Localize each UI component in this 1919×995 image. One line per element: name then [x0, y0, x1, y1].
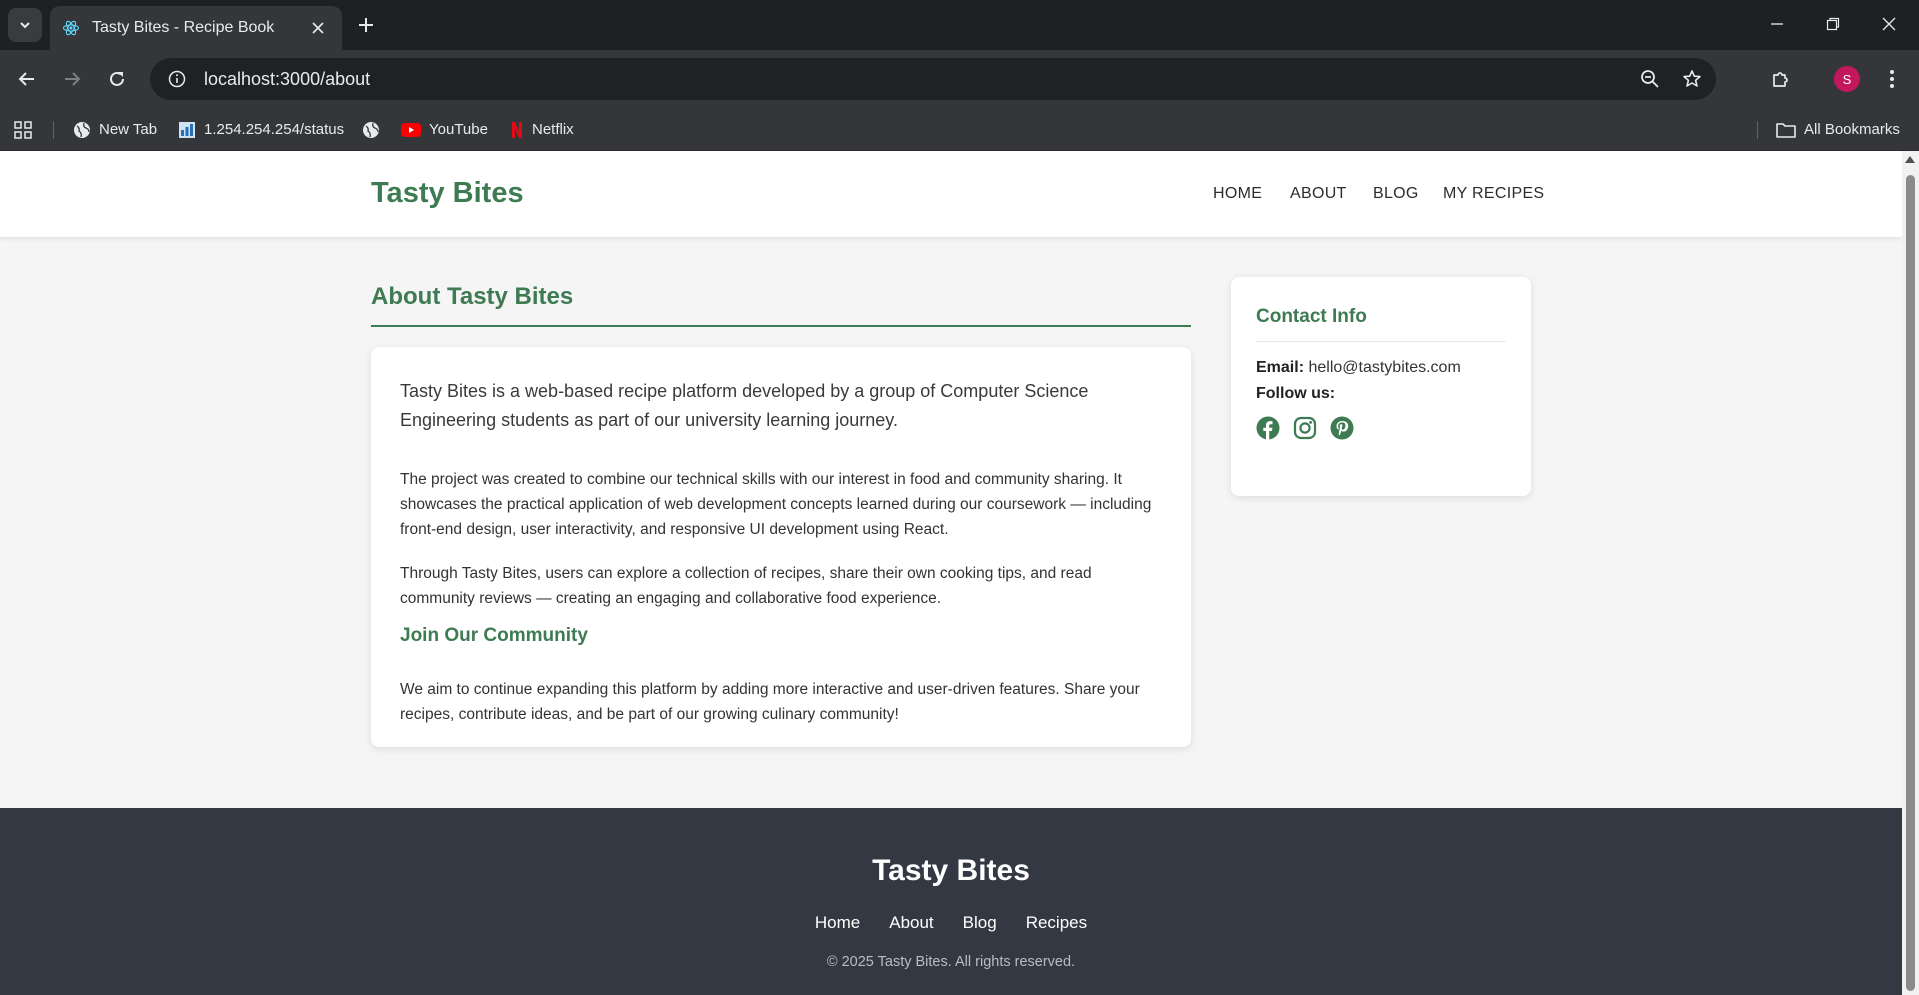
about-paragraph-project: The project was created to combine our t…: [400, 471, 1152, 538]
bookmark-label: New Tab: [99, 121, 158, 138]
instagram-link[interactable]: [1292, 415, 1318, 441]
new-tab-button[interactable]: [352, 11, 380, 39]
bookmark-new-tab[interactable]: New Tab: [73, 108, 157, 151]
reload-button[interactable]: [99, 61, 135, 97]
apps-button[interactable]: [14, 108, 32, 151]
site-info-button[interactable]: [162, 64, 192, 94]
nav-link-home[interactable]: HOME: [1213, 185, 1262, 203]
bookmarks-divider: [1757, 121, 1758, 139]
status-page-icon: [179, 121, 195, 138]
star-icon: [1683, 70, 1701, 87]
contact-divider: [1256, 341, 1506, 342]
bookmark-netflix[interactable]: Netflix: [510, 108, 574, 151]
puzzle-icon: [1773, 72, 1788, 87]
facebook-link[interactable]: [1255, 415, 1281, 441]
forward-button[interactable]: [54, 61, 90, 97]
instagram-icon: [1293, 416, 1317, 440]
footer-link-about[interactable]: About: [889, 913, 933, 933]
back-button[interactable]: [9, 61, 45, 97]
arrow-right-icon: [65, 72, 81, 86]
zoom-out-icon: [1641, 70, 1659, 88]
footer-logo: Tasty Bites: [872, 854, 1030, 887]
avatar: S: [1834, 66, 1860, 92]
tab-title: Tasty Bites - Recipe Book: [92, 19, 275, 36]
nav-link-about[interactable]: ABOUT: [1290, 185, 1347, 203]
browser-tab-active[interactable]: Tasty Bites - Recipe Book: [50, 6, 342, 50]
bookmark-label: YouTube: [429, 121, 488, 138]
close-window-button[interactable]: [1861, 0, 1917, 48]
url-text: localhost:3000/about: [204, 68, 371, 89]
community-heading: Join Our Community: [400, 625, 588, 646]
info-icon: [168, 70, 186, 88]
footer-nav: Home About Blog Recipes: [0, 913, 1902, 933]
facebook-icon: [1256, 416, 1280, 440]
page-title: About Tasty Bites: [371, 283, 574, 310]
site-footer: Tasty Bites Home About Blog Recipes © 20…: [0, 808, 1902, 995]
all-bookmarks-button[interactable]: All Bookmarks: [1776, 108, 1900, 151]
nav-link-blog[interactable]: BLOG: [1373, 185, 1419, 203]
globe-icon: [363, 121, 379, 138]
plus-icon: [359, 18, 373, 32]
react-icon: [62, 20, 80, 36]
apps-grid-icon: [14, 120, 32, 139]
email-label: Email:: [1256, 359, 1305, 376]
about-card: Tasty Bites is a web-based recipe platfo…: [371, 347, 1191, 747]
browser-tab-strip: Tasty Bites - Recipe Book: [0, 0, 1919, 50]
reload-icon: [110, 71, 124, 86]
arrow-left-icon: [18, 72, 34, 86]
about-paragraph-features: Through Tasty Bites, users can explore a…: [400, 565, 1092, 607]
scroll-up-arrow[interactable]: [1905, 156, 1915, 163]
extensions-button[interactable]: [1763, 61, 1799, 97]
netflix-icon: [512, 121, 522, 138]
footer-link-recipes[interactable]: Recipes: [1026, 913, 1087, 933]
more-vertical-icon: [1890, 70, 1894, 88]
bookmarks-divider: [53, 121, 54, 139]
minimize-button[interactable]: [1749, 0, 1805, 48]
browser-toolbar: localhost:3000/about S: [0, 50, 1919, 108]
pinterest-icon: [1330, 416, 1354, 440]
contact-email-row: Email: hello@tastybites.com: [1256, 359, 1461, 377]
minimize-icon: [1771, 23, 1783, 25]
bookmark-globe[interactable]: [362, 108, 380, 151]
site-header: Tasty Bites HOME ABOUT BLOG MY RECIPES: [0, 151, 1902, 237]
bookmark-label: Netflix: [532, 121, 574, 138]
chevron-down-icon: [20, 22, 30, 29]
restore-button[interactable]: [1805, 0, 1861, 48]
close-icon: [1882, 17, 1896, 31]
email-value[interactable]: hello@tastybites.com: [1308, 359, 1460, 376]
bookmarks-bar: New Tab 1.254.254.254/status YouTube Net…: [0, 108, 1919, 151]
contact-title: Contact Info: [1256, 306, 1367, 327]
contact-card: Contact Info Email: hello@tastybites.com…: [1231, 277, 1531, 496]
zoom-button[interactable]: [1632, 61, 1668, 97]
address-bar[interactable]: localhost:3000/about: [150, 58, 1716, 100]
globe-icon: [74, 121, 90, 138]
community-paragraph: We aim to continue expanding this platfo…: [400, 681, 1140, 723]
folder-icon: [1776, 122, 1796, 138]
profile-button[interactable]: S: [1829, 61, 1865, 97]
bookmark-status[interactable]: 1.254.254.254/status: [178, 108, 344, 151]
scroll-thumb[interactable]: [1906, 175, 1915, 991]
restore-icon: [1826, 17, 1840, 31]
about-lead-text: Tasty Bites is a web-based recipe platfo…: [400, 381, 1089, 430]
all-bookmarks-label: All Bookmarks: [1804, 121, 1900, 138]
tab-search-button[interactable]: [8, 8, 42, 42]
page-scrollbar[interactable]: [1902, 151, 1919, 995]
pinterest-link[interactable]: [1329, 415, 1355, 441]
bookmark-star-button[interactable]: [1674, 61, 1710, 97]
nav-link-my-recipes[interactable]: MY RECIPES: [1443, 185, 1544, 203]
youtube-icon: [401, 122, 421, 137]
follow-label: Follow us:: [1256, 385, 1336, 402]
bookmark-youtube[interactable]: YouTube: [401, 108, 488, 151]
site-logo[interactable]: Tasty Bites: [371, 177, 524, 210]
footer-link-blog[interactable]: Blog: [963, 913, 997, 933]
chrome-menu-button[interactable]: [1874, 61, 1910, 97]
tab-close-button[interactable]: [306, 16, 330, 40]
footer-copyright: © 2025 Tasty Bites. All rights reserved.: [826, 954, 1076, 970]
title-divider: [371, 325, 1191, 327]
footer-link-home[interactable]: Home: [815, 913, 860, 933]
close-icon: [312, 22, 324, 34]
page-viewport: Tasty Bites HOME ABOUT BLOG MY RECIPES A…: [0, 151, 1902, 995]
bookmark-label: 1.254.254.254/status: [204, 121, 345, 138]
